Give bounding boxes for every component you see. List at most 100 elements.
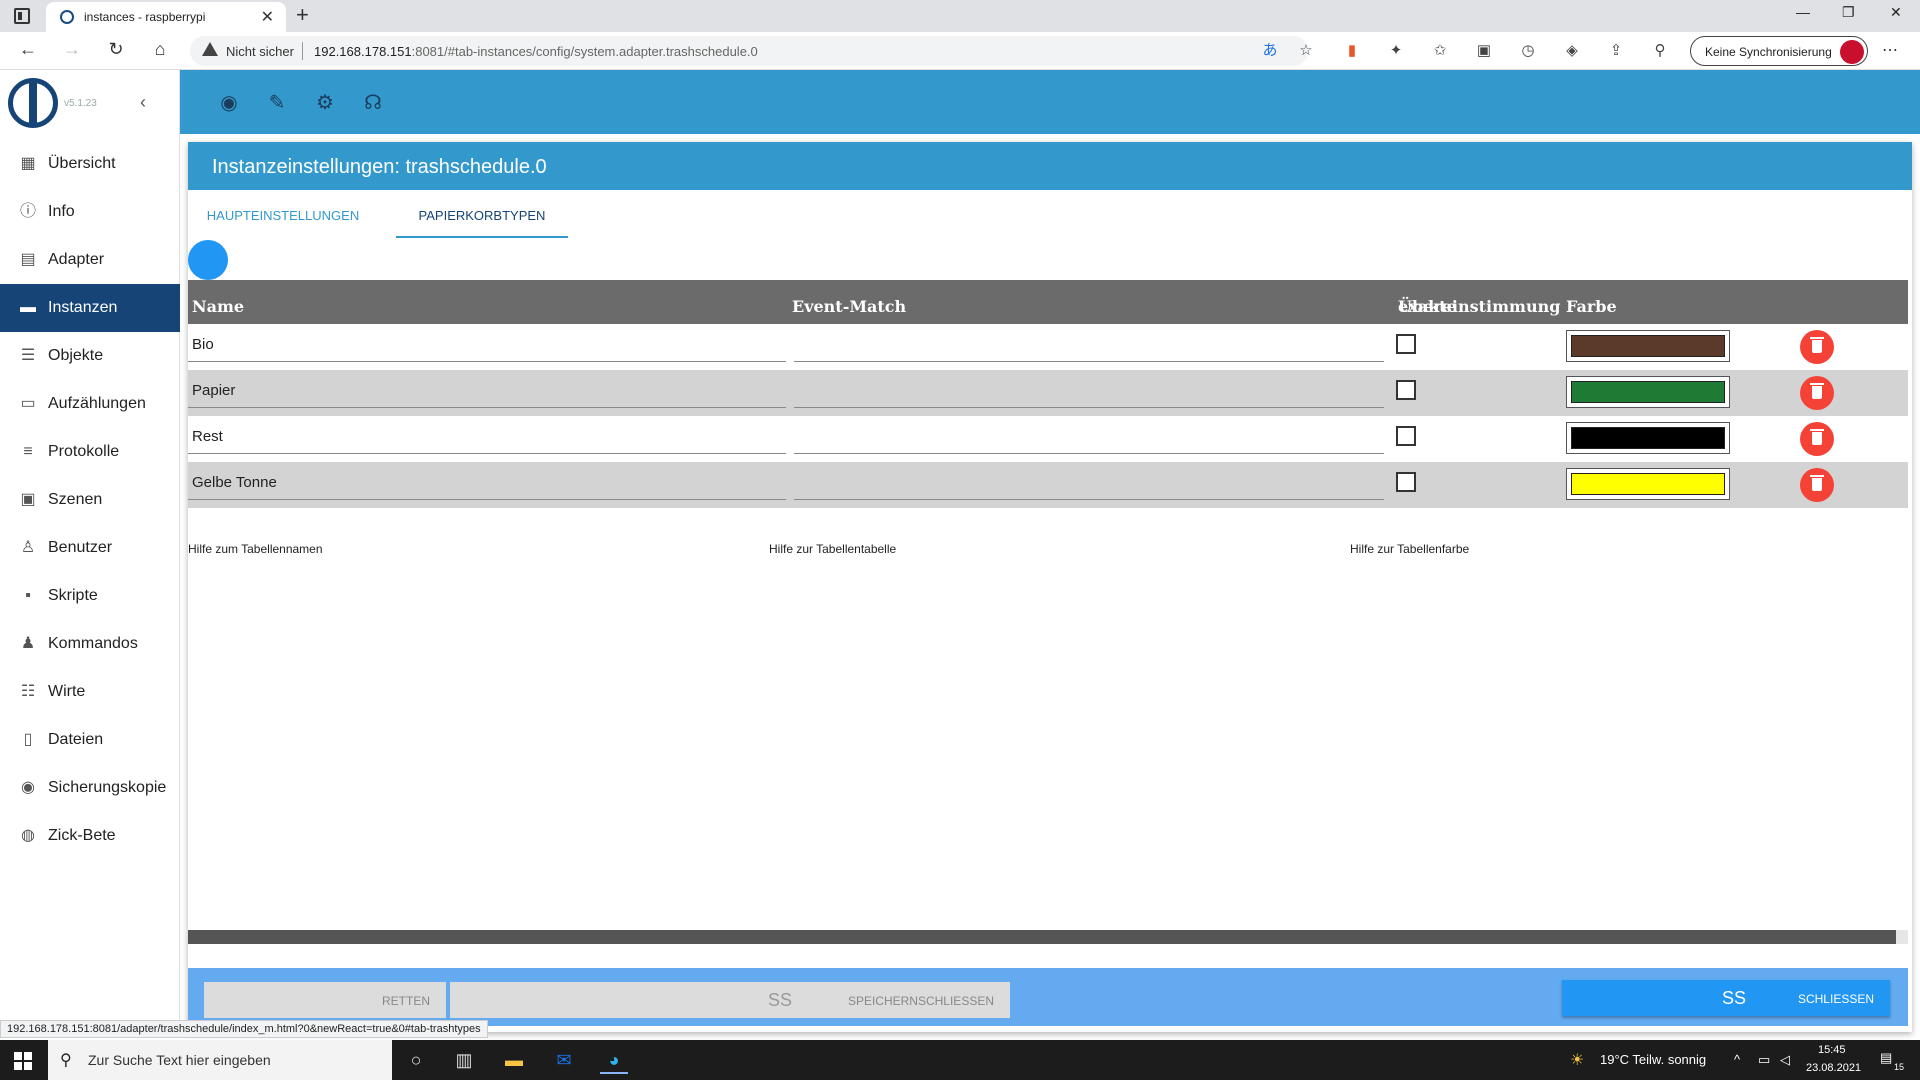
name-input[interactable]: Rest bbox=[188, 420, 786, 454]
new-tab-button[interactable]: + bbox=[296, 2, 309, 28]
horizontal-scrollbar[interactable] bbox=[188, 930, 1896, 944]
clock-date[interactable]: 23.08.2021 bbox=[1806, 1062, 1861, 1074]
edge-icon[interactable]: ◕ bbox=[600, 1046, 628, 1074]
collapse-sidebar-icon[interactable]: ‹ bbox=[140, 92, 146, 113]
color-picker[interactable] bbox=[1566, 376, 1730, 408]
event-match-input[interactable] bbox=[794, 466, 1384, 500]
tab-main-settings[interactable]: HAUPTEINSTELLUNGEN bbox=[198, 190, 368, 238]
sidebar-item-benutzer[interactable]: ♙ Benutzer bbox=[0, 524, 180, 572]
gear-icon[interactable]: ⚙ bbox=[312, 90, 338, 116]
color-swatch bbox=[1571, 381, 1725, 403]
close-button[interactable]: ß SCHLIESSEN bbox=[1562, 980, 1890, 1016]
sidebar-item-objekte[interactable]: ☰ Objekte bbox=[0, 332, 180, 380]
browser-tab[interactable]: instances - raspberrypi ✕ bbox=[46, 2, 286, 32]
notification-icon[interactable]: ▤ bbox=[1880, 1050, 1892, 1066]
extensions-puzzle-icon[interactable]: ✦ bbox=[1386, 41, 1406, 61]
sidebar-item-zick-bete[interactable]: ◍ Zick-Bete bbox=[0, 812, 180, 860]
task-view-icon[interactable]: ▥ bbox=[450, 1046, 478, 1074]
sidebar-item-aufzählungen[interactable]: ▭ Aufzählungen bbox=[0, 380, 180, 428]
minimize-button[interactable]: — bbox=[1796, 4, 1810, 20]
security-warning[interactable]: Nicht sicher bbox=[226, 44, 294, 59]
sidebar-item-adapter[interactable]: ▤ Adapter bbox=[0, 236, 180, 284]
tab-trash-types[interactable]: PAPIERKORBTYPEN bbox=[396, 190, 568, 238]
tray-chevron-icon[interactable]: ^ bbox=[1734, 1052, 1740, 1067]
event-match-input[interactable] bbox=[794, 374, 1384, 408]
name-input[interactable]: Gelbe Tonne bbox=[188, 466, 786, 500]
cortana-icon[interactable]: ○ bbox=[402, 1046, 430, 1074]
eye-icon[interactable]: ◉ bbox=[216, 90, 242, 116]
sidebar-item-instanzen[interactable]: ▬ Instanzen bbox=[0, 284, 180, 332]
reload-icon[interactable]: ↻ bbox=[104, 39, 128, 60]
delete-row-button[interactable] bbox=[1800, 422, 1834, 456]
network-icon[interactable]: ▭ bbox=[1758, 1052, 1770, 1068]
save-button[interactable]: RETTEN bbox=[204, 982, 446, 1018]
volume-icon[interactable]: ◁ bbox=[1780, 1052, 1790, 1068]
exact-match-checkbox[interactable] bbox=[1396, 426, 1416, 446]
sidebar-item-skripte[interactable]: ▪ Skripte bbox=[0, 572, 180, 620]
add-row-button[interactable] bbox=[188, 240, 228, 280]
event-match-input[interactable] bbox=[794, 328, 1384, 362]
collections-icon[interactable]: ▣ bbox=[1474, 41, 1494, 61]
security-icon[interactable]: ◈ bbox=[1562, 41, 1582, 61]
exact-match-checkbox[interactable] bbox=[1396, 334, 1416, 354]
color-swatch bbox=[1571, 335, 1725, 357]
sidebar-item-wirte[interactable]: ☷ Wirte bbox=[0, 668, 180, 716]
file-explorer-icon[interactable]: ▬ bbox=[500, 1046, 528, 1074]
name-input[interactable]: Papier bbox=[188, 374, 786, 408]
iobroker-logo[interactable] bbox=[8, 78, 58, 128]
more-menu-icon[interactable]: ⋯ bbox=[1882, 40, 1898, 60]
dialog-footer: RETTEN ß SPEICHERNSCHLIESSEN ß SCHLIESSE… bbox=[188, 968, 1908, 1026]
exact-match-checkbox[interactable] bbox=[1396, 380, 1416, 400]
brain-icon[interactable]: ☊ bbox=[360, 90, 386, 116]
color-picker[interactable] bbox=[1566, 330, 1730, 362]
color-picker[interactable] bbox=[1566, 468, 1730, 500]
sidebar-item-kommandos[interactable]: ♟ Kommandos bbox=[0, 620, 180, 668]
address-bar[interactable]: Nicht sicher 192.168.178.151:8081/#tab-i… bbox=[190, 36, 1313, 66]
tab-actions-icon[interactable] bbox=[14, 8, 30, 24]
weather-text[interactable]: 19°C Teilw. sonnig bbox=[1600, 1052, 1706, 1067]
windows-start-icon[interactable] bbox=[14, 1052, 32, 1070]
wrench-icon[interactable]: ✎ bbox=[264, 90, 290, 116]
feedback-icon[interactable]: ⚲ bbox=[1650, 41, 1670, 61]
forward-icon[interactable]: → bbox=[60, 39, 84, 60]
sidebar-item-sicherungskopie[interactable]: ◉ Sicherungskopie bbox=[0, 764, 180, 812]
sidebar-item-szenen[interactable]: ▣ Szenen bbox=[0, 476, 180, 524]
translate-icon[interactable]: あ bbox=[1260, 41, 1280, 61]
delete-row-button[interactable] bbox=[1800, 376, 1834, 410]
windows-taskbar: ⚲ Zur Suche Text hier eingeben ○ ▥ ▬ ✉ ◕… bbox=[0, 1040, 1920, 1080]
weather-icon[interactable]: ☀ bbox=[1570, 1050, 1584, 1070]
clock-time[interactable]: 15:45 bbox=[1818, 1044, 1846, 1056]
sidebar-item-label: Skripte bbox=[48, 587, 98, 604]
home-icon[interactable]: ⌂ bbox=[148, 39, 172, 60]
back-icon[interactable]: ← bbox=[16, 39, 40, 60]
sidebar-item-übersicht[interactable]: ▦ Übersicht bbox=[0, 140, 180, 188]
delete-row-button[interactable] bbox=[1800, 468, 1834, 502]
restore-button[interactable]: ❐ bbox=[1842, 4, 1855, 21]
help-table: Hilfe zur Tabellentabelle bbox=[769, 542, 897, 556]
outlook-icon[interactable]: ✉ bbox=[550, 1046, 578, 1074]
taskbar-search[interactable]: ⚲ Zur Suche Text hier eingeben bbox=[48, 1040, 392, 1080]
help-color: Hilfe zur Tabellenfarbe bbox=[1350, 542, 1470, 556]
event-match-input[interactable] bbox=[794, 420, 1384, 454]
favorite-star-icon[interactable]: ☆ bbox=[1296, 41, 1316, 61]
close-label: SCHLIESSEN bbox=[1797, 992, 1874, 1006]
sidebar-item-info[interactable]: ⓘ Info bbox=[0, 188, 180, 236]
close-window-button[interactable]: ✕ bbox=[1890, 4, 1902, 21]
history-icon[interactable]: ◷ bbox=[1518, 41, 1538, 61]
url-text[interactable]: 192.168.178.151:8081/#tab-instances/conf… bbox=[314, 44, 758, 59]
name-input[interactable]: Bio bbox=[188, 328, 786, 362]
tab-close-icon[interactable]: ✕ bbox=[261, 7, 274, 27]
sidebar-item-icon: ⓘ bbox=[19, 203, 36, 220]
sync-button[interactable]: Keine Synchronisierung bbox=[1690, 36, 1868, 66]
delete-row-button[interactable] bbox=[1800, 330, 1834, 364]
share-icon[interactable]: ⇪ bbox=[1606, 41, 1626, 61]
sync-label: Keine Synchronisierung bbox=[1705, 45, 1832, 59]
extension-icon[interactable]: ▮ bbox=[1342, 41, 1362, 61]
sidebar-item-protokolle[interactable]: ≡ Protokolle bbox=[0, 428, 180, 476]
color-picker[interactable] bbox=[1566, 422, 1730, 454]
exact-match-checkbox[interactable] bbox=[1396, 472, 1416, 492]
sidebar-item-label: Zick-Bete bbox=[48, 827, 116, 844]
save-close-button[interactable]: ß SPEICHERNSCHLIESSEN bbox=[450, 982, 1010, 1018]
favorites-icon[interactable]: ✩ bbox=[1430, 41, 1450, 61]
sidebar-item-dateien[interactable]: ▯ Dateien bbox=[0, 716, 180, 764]
